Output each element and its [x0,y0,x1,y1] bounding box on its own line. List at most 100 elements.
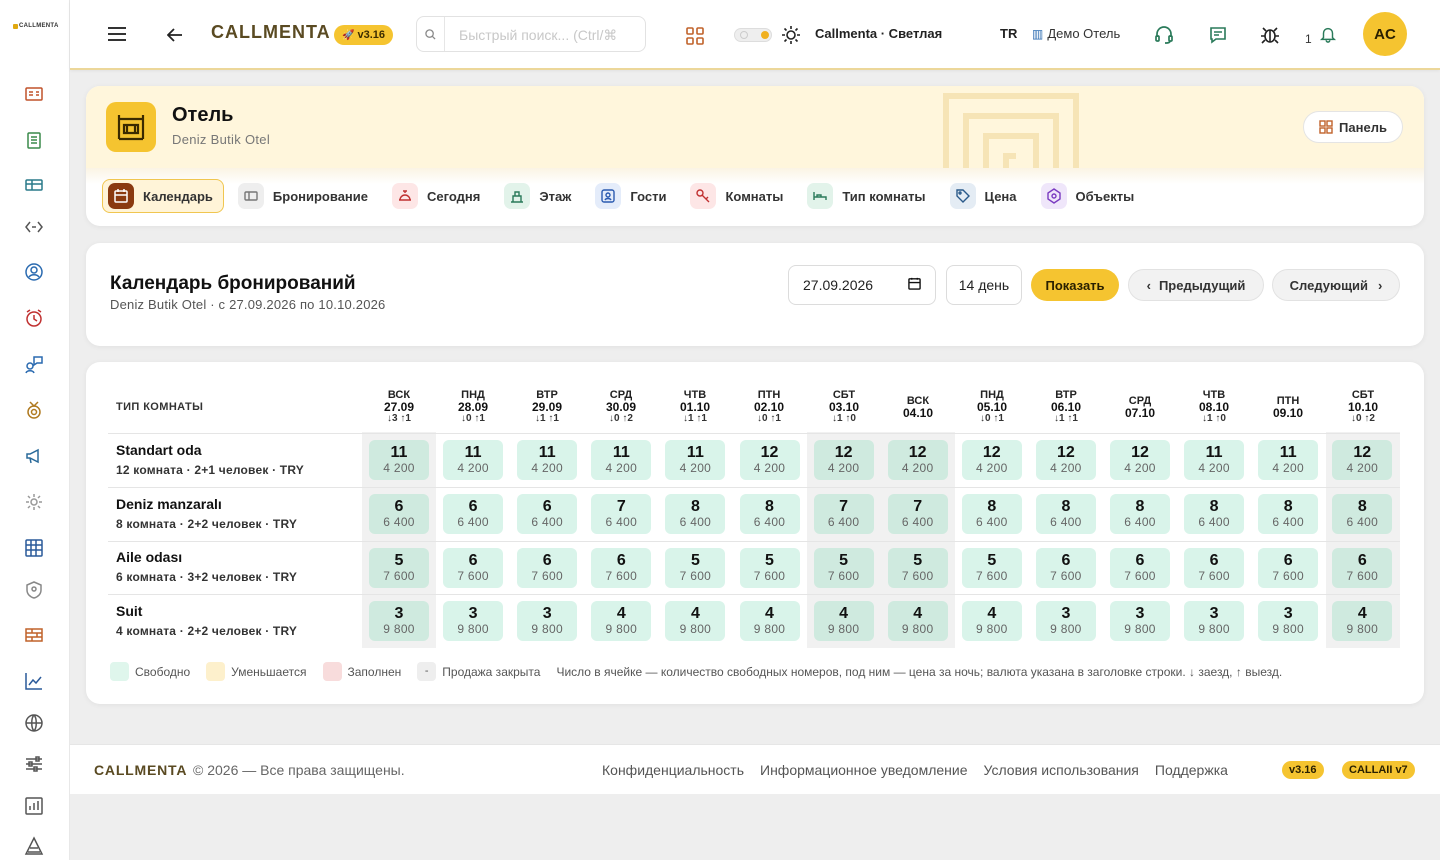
availability-cell[interactable]: 67 600 [1035,548,1096,588]
availability-cell[interactable]: 76 400 [887,494,948,534]
availability-cell[interactable]: 39 800 [1035,601,1096,641]
sidebar-globe-icon[interactable] [22,711,46,735]
sidebar-code-icon[interactable] [22,215,46,239]
sidebar-table-icon[interactable] [22,173,46,197]
availability-cell[interactable]: 57 600 [665,548,726,588]
availability-cell[interactable]: 39 800 [1110,601,1170,641]
room-type-name[interactable]: Deniz manzaralı [116,496,222,512]
availability-cell[interactable]: 86 400 [961,494,1022,534]
availability-cell[interactable]: 57 600 [887,548,948,588]
footer-link-support[interactable]: Поддержка [1155,762,1228,778]
availability-cell[interactable]: 12 4 200 [961,440,1022,480]
sidebar-bricks-icon[interactable] [22,623,46,647]
availability-cell[interactable]: 57 600 [813,548,874,588]
tab-floor[interactable]: Этаж [500,179,581,213]
availability-cell[interactable]: 11 4 200 [369,440,429,480]
panel-button[interactable]: Панель [1303,111,1403,143]
sidebar-dashboard-icon[interactable] [22,82,46,106]
availability-cell[interactable]: 12 4 200 [813,440,874,480]
availability-cell[interactable]: 67 600 [1110,548,1170,588]
tab-today[interactable]: Сегодня [388,179,490,213]
sidebar-alarm-icon[interactable] [22,306,46,330]
availability-cell[interactable]: 66 400 [369,494,429,534]
availability-cell[interactable]: 67 600 [517,548,578,588]
availability-cell[interactable]: 86 400 [1035,494,1096,534]
tab-calendar[interactable]: Календарь [102,179,224,213]
next-button[interactable]: Следующий › [1272,269,1400,301]
availability-cell[interactable]: 86 400 [665,494,726,534]
availability-cell[interactable]: 39 800 [517,601,578,641]
message-icon[interactable] [1206,23,1230,47]
availability-cell[interactable]: 86 400 [1332,494,1393,534]
room-type-name[interactable]: Suit [116,603,142,619]
previous-button[interactable]: ‹ Предыдущий [1128,269,1264,301]
hotel-selector[interactable]: ▥ Демо Отель [1032,26,1120,41]
room-type-name[interactable]: Aile odası [116,549,182,565]
search-input[interactable]: Быстрый поиск... (Ctrl/⌘ [416,16,646,52]
availability-cell[interactable]: 86 400 [1110,494,1170,534]
availability-cell[interactable]: 67 600 [443,548,504,588]
apps-grid-icon[interactable] [683,24,707,48]
sidebar-medal-icon[interactable] [22,398,46,422]
availability-cell[interactable]: 12 4 200 [1110,440,1170,480]
availability-cell[interactable]: 66 400 [517,494,578,534]
theme-toggle[interactable] [734,28,772,42]
sun-icon[interactable] [780,24,802,46]
tab-guests[interactable]: Гости [591,179,676,213]
theme-label[interactable]: Callmenta · Светлая [815,26,942,41]
availability-cell[interactable]: 86 400 [1258,494,1319,534]
calendar-picker-icon[interactable] [908,277,921,293]
sidebar-report-icon[interactable] [22,794,46,818]
sidebar-pyramid-icon[interactable] [22,834,46,858]
back-arrow-icon[interactable] [164,24,186,46]
availability-cell[interactable]: 76 400 [813,494,874,534]
availability-cell[interactable]: 49 800 [739,601,800,641]
availability-cell[interactable]: 11 4 200 [665,440,726,480]
availability-cell[interactable]: 49 800 [813,601,874,641]
sidebar-megaphone-icon[interactable] [22,444,46,468]
language-selector[interactable]: TR [1000,26,1017,41]
sidebar-shield-icon[interactable] [22,578,46,602]
tab-price[interactable]: Цена [946,179,1027,213]
availability-cell[interactable]: 67 600 [1332,548,1393,588]
sidebar-chat-user-icon[interactable] [22,352,46,376]
availability-cell[interactable]: 12 4 200 [1332,440,1393,480]
menu-icon[interactable] [106,23,128,45]
availability-cell[interactable]: 67 600 [1258,548,1319,588]
user-avatar[interactable]: AC [1363,12,1407,56]
availability-cell[interactable]: 67 600 [591,548,652,588]
availability-cell[interactable]: 11 4 200 [443,440,504,480]
footer-link-terms[interactable]: Условия использования [984,762,1139,778]
availability-cell[interactable]: 11 4 200 [517,440,578,480]
availability-cell[interactable]: 39 800 [1184,601,1245,641]
show-button[interactable]: Показать [1031,269,1119,301]
days-count-select[interactable]: 14 день [946,265,1022,305]
availability-cell[interactable]: 67 600 [1184,548,1245,588]
sidebar-settings-icon[interactable] [22,490,46,514]
availability-cell[interactable]: 39 800 [1258,601,1319,641]
room-type-name[interactable]: Standart oda [116,442,202,458]
tab-booking[interactable]: Бронирование [234,179,378,213]
availability-cell[interactable]: 11 4 200 [1184,440,1245,480]
availability-cell[interactable]: 12 4 200 [1035,440,1096,480]
availability-cell[interactable]: 76 400 [591,494,652,534]
notification-bell-icon[interactable] [1317,23,1339,45]
availability-cell[interactable]: 39 800 [369,601,429,641]
start-date-input[interactable]: 27.09.2026 [788,265,936,305]
availability-cell[interactable]: 49 800 [665,601,726,641]
sidebar-users-icon[interactable] [22,260,46,284]
sidebar-chart-icon[interactable] [22,669,46,693]
sidebar-grid-icon[interactable] [22,536,46,560]
availability-cell[interactable]: 86 400 [1184,494,1245,534]
sidebar-clipboard-icon[interactable] [22,128,46,152]
availability-cell[interactable]: 57 600 [369,548,429,588]
availability-cell[interactable]: 39 800 [443,601,504,641]
footer-link-privacy[interactable]: Конфиденциальность [602,762,744,778]
availability-cell[interactable]: 86 400 [739,494,800,534]
bug-icon[interactable] [1258,23,1282,47]
availability-cell[interactable]: 12 4 200 [887,440,948,480]
availability-cell[interactable]: 49 800 [1332,601,1393,641]
tab-room-type[interactable]: Тип комнаты [803,179,935,213]
tab-rooms[interactable]: Комнаты [686,179,793,213]
availability-cell[interactable]: 57 600 [961,548,1022,588]
